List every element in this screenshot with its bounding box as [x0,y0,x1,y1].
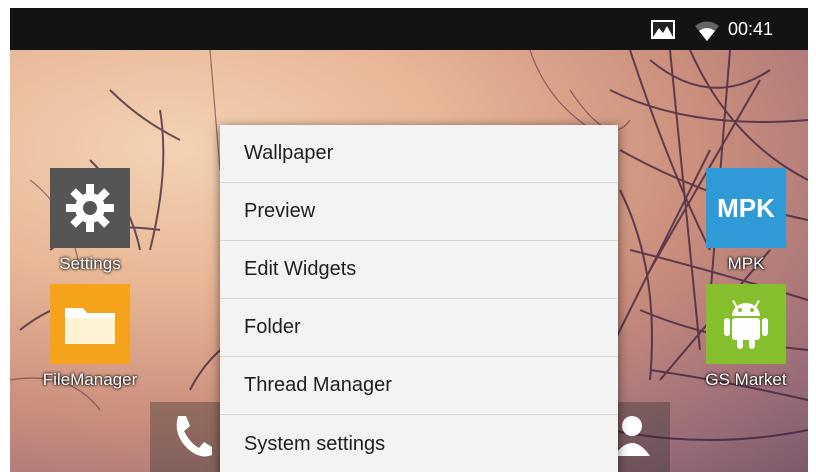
settings-tile[interactable] [50,168,130,248]
menu-item-wallpaper[interactable]: Wallpaper [220,125,618,183]
menu-item-thread-manager[interactable]: Thread Manager [220,357,618,415]
android-icon [724,300,768,349]
gear-icon [66,184,114,232]
app-label-gsmarket: GS Market [705,370,787,389]
app-filemanager[interactable]: FileManager [40,284,140,390]
app-gsmarket[interactable]: GS Market [696,284,796,390]
menu-item-system-settings[interactable]: System settings [220,415,618,472]
menu-item-folder[interactable]: Folder [220,299,618,357]
app-mpk[interactable]: MPK MPK [696,168,796,274]
home-screen[interactable]: 00:41 Settings FileManager MPK MPK GS Ma… [10,8,808,472]
app-label-settings: Settings [59,254,121,273]
menu-item-edit-widgets[interactable]: Edit Widgets [220,241,618,299]
contacts-icon[interactable] [612,412,652,460]
phone-icon[interactable] [170,412,214,460]
mpk-tile[interactable]: MPK [706,168,786,248]
gsmarket-tile[interactable] [706,284,786,364]
image-icon [651,20,675,39]
folder-icon [65,308,115,344]
status-bar: 00:41 [10,8,808,50]
wifi-icon [695,21,719,41]
status-clock: 00:41 [728,19,774,39]
context-menu: Wallpaper Preview Edit Widgets Folder Th… [220,125,618,472]
app-settings[interactable]: Settings [40,168,140,274]
menu-item-preview[interactable]: Preview [220,183,618,241]
app-label-filemanager: FileManager [42,370,138,389]
mpk-tile-text: MPK [717,192,775,223]
app-label-mpk: MPK [727,254,765,273]
filemanager-tile[interactable] [50,284,130,364]
